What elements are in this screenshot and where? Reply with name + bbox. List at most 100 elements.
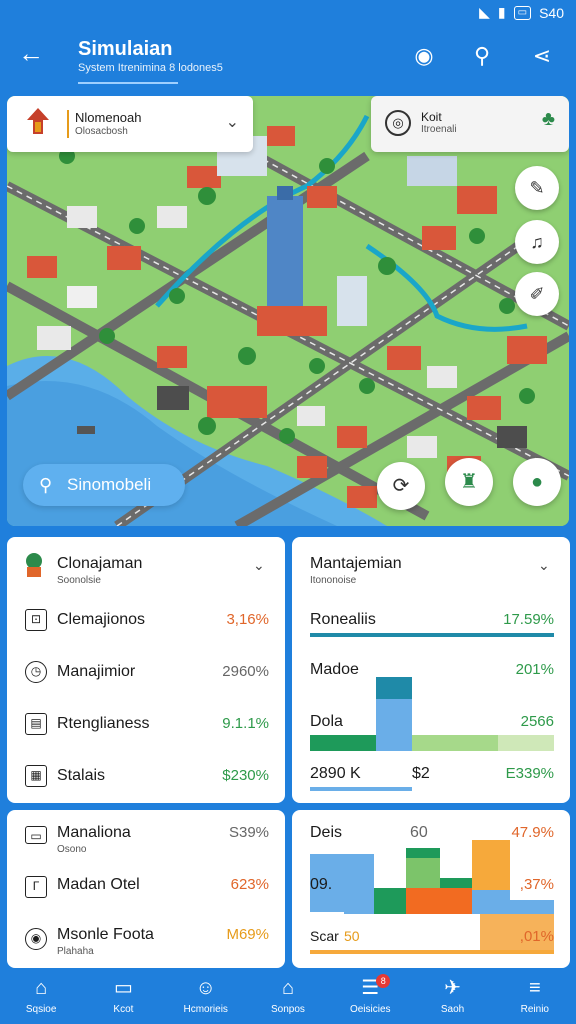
nav-label: Sqsioe [25,1004,57,1015]
chart-bar [406,888,472,914]
left-detail-panel: ▭ Manaliona Osono S39% Γ Madan Otel 623%… [7,810,285,968]
panel-subtitle: Soonolsie [57,575,101,586]
signal-icon: ▮ [497,4,506,20]
row-value: S39% [228,824,269,841]
row-label: Manajimior [57,663,136,680]
row-value: M69% [226,926,269,943]
park-icon[interactable]: ♜ [445,458,493,506]
footer-mid: $2 [412,765,430,782]
folder-icon: ▤ [25,713,47,735]
document-icon: ⊡ [25,609,47,631]
panel-title: Mantajemian [310,555,402,572]
list-icon: ☰ [361,977,380,999]
row-value: 2960% [222,663,269,680]
chat-bubble-icon[interactable]: ◉ [410,42,438,70]
nav-item-menu[interactable]: ≡ Reinio [494,968,576,1024]
building-icon: ▦ [25,765,47,787]
point-title: Koit [421,110,442,124]
row-value: 3,16% [226,611,269,628]
row-label: Msonle Foota [57,926,154,943]
point-info-card[interactable]: ◎ Koit Itroenali ♣ [371,96,569,152]
right-chart-panel: Deis 60 47.9% 09. ,37% Scar 50 ,01% [292,810,570,968]
nav-label: Oeisicies [349,1004,391,1015]
row-label: Dola [310,713,343,730]
nav-item-building[interactable]: ⌂ Sonpos [247,968,329,1024]
draw-tool-icon[interactable]: ✐ [515,272,559,316]
circle-target-icon: ◉ [25,928,47,950]
pencil-icon[interactable]: ✎ [515,166,559,210]
panel-title: Clonajaman [57,555,143,572]
tool-icon: ✈ [444,977,461,999]
refresh-icon[interactable]: ⟳ [377,462,425,510]
bar-segment [376,699,412,751]
row-sub: Plahaha [57,946,94,957]
row-label: Madan Otel [57,876,140,893]
map-search-button[interactable]: ⚲ Sinomobeli [23,464,185,506]
footer-left: 2890 K [310,765,361,782]
nav-item-list[interactable]: ☰ 8 Oeisicies [329,968,411,1024]
menu-icon: ≡ [528,977,541,999]
chart-label-row3: Scar [310,928,339,944]
target-icon: ◎ [385,110,411,136]
chart-bar [440,878,472,888]
chart-label-row2-right: ,37% [519,876,554,893]
location-pin-icon[interactable]: ● [513,458,561,506]
back-arrow-icon[interactable]: ← [18,40,46,68]
nav-label: Reinio [520,1004,549,1015]
chart-bar [406,848,440,858]
chart-baseline [310,950,554,954]
city-map[interactable]: Nlomenoah Olosacbosh ⌄ ◎ Koit Itroenali … [7,96,569,526]
temple-logo-icon [26,553,42,577]
row-value: 2566 [520,713,554,730]
row-value: 623% [230,876,269,893]
location-divider [67,110,69,138]
left-summary-panel: Clonajaman Soonolsie ⌄ ⊡ Clemajionos 3,1… [7,537,285,803]
chart-label-row3-right: ,01% [519,928,554,945]
nav-label: Kcot [113,1004,134,1015]
search-icon: ⚲ [39,475,53,495]
bar-segment [498,735,554,751]
search-icon[interactable]: ⚲ [468,42,496,70]
row-label: Stalais [57,767,106,784]
temple-logo-icon [27,108,49,134]
timer-icon: ◷ [25,661,47,683]
chevron-down-icon[interactable]: ⌄ [226,112,239,132]
chart-bar [472,890,510,914]
share-icon[interactable]: ⋖ [528,42,556,70]
page-title: Simulaian [78,38,173,60]
row-value: 17.59% [503,611,554,628]
chevron-down-icon[interactable]: ⌄ [538,557,550,574]
home-icon: ⌂ [35,977,48,999]
battery-icon: ▭ [513,5,532,20]
chevron-down-icon[interactable]: ⌄ [253,557,265,574]
location-selector[interactable]: Nlomenoah Olosacbosh ⌄ [7,96,253,152]
location-title: Nlomenoah [75,110,142,125]
nav-item-monitor[interactable]: ▭ Kcot [82,968,164,1024]
chart-bar [344,854,374,914]
monitor-icon: ▭ [113,977,133,999]
row-label: Clemajionos [57,611,146,628]
map-illustration [7,96,569,526]
person-icon: ☺ [195,977,216,999]
row-value: 9.1.1% [222,715,269,732]
row-label: Rtenglianess [57,715,150,732]
bottom-navigation: ⌂ Sqsioe ▭ Kcot ☺ Hcmorieis ⌂ Sonpos ☰ 8… [0,968,576,1024]
chart-label-top: Deis [310,824,343,841]
nav-item-tool[interactable]: ✈ Saoh [411,968,493,1024]
row-value: $230% [222,767,269,784]
door-icon: Γ [25,876,47,898]
page-subtitle: System Itrenimina 8 lodones5 [78,62,223,74]
footer-right: E339% [505,765,554,782]
card-icon: ▭ [25,826,47,844]
panel-subtitle: Itononoise [310,575,357,586]
nav-item-person[interactable]: ☺ Hcmorieis [165,968,247,1024]
nav-item-home[interactable]: ⌂ Sqsioe [0,968,82,1024]
wifi-icon: ◣ [479,4,490,20]
chart-label-row2: 09. [310,876,333,893]
building-icon: ⌂ [281,977,295,999]
bar-segment [376,677,412,699]
nav-label: Hcmorieis [183,1004,228,1015]
status-bar: ◣ ▮ ▭ S40 [0,0,576,26]
chart-bar [406,858,440,888]
bell-icon[interactable]: ♫ [515,220,559,264]
